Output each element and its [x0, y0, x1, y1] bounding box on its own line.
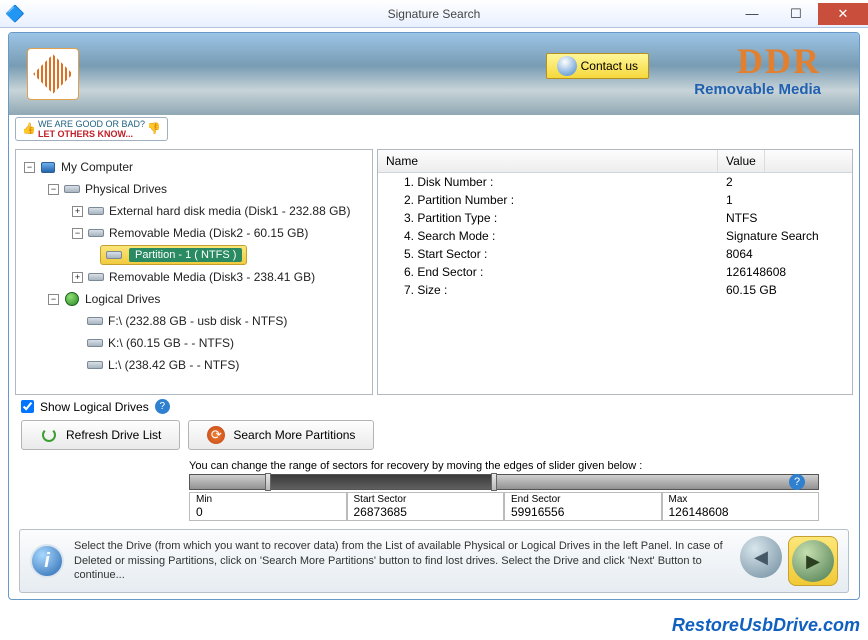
sector-max: 126148608 [669, 505, 813, 519]
tree-drive-f[interactable]: F:\ (232.88 GB - usb disk - NTFS) [108, 314, 287, 328]
drive-tree-panel: −My Computer −Physical Drives +External … [15, 149, 373, 395]
prop-name: 6. End Sector : [378, 265, 718, 279]
prop-name: 1. Disk Number : [378, 175, 718, 189]
tree-root[interactable]: My Computer [61, 160, 133, 174]
drive-icon [105, 247, 123, 263]
brand-subtitle: Removable Media [694, 81, 821, 98]
tree-logical[interactable]: Logical Drives [85, 292, 160, 306]
property-row: 3. Partition Type :NTFS [378, 209, 852, 227]
prop-value: 8064 [718, 247, 753, 261]
thumbs-down-icon: 👎 [147, 122, 161, 136]
sector-range-slider[interactable] [189, 474, 819, 490]
prop-value: NTFS [718, 211, 757, 225]
property-row: 6. End Sector :126148608 [378, 263, 852, 281]
search-more-partitions-button[interactable]: ⟳Search More Partitions [188, 420, 374, 450]
tree-drive-l[interactable]: L:\ (238.42 GB - - NTFS) [108, 358, 239, 372]
slider-handle-end[interactable] [491, 473, 497, 491]
tree-physical[interactable]: Physical Drives [85, 182, 167, 196]
maximize-button[interactable]: ☐ [774, 3, 818, 25]
prop-name: 7. Size : [378, 283, 718, 297]
refresh-drive-list-button[interactable]: Refresh Drive List [21, 420, 180, 450]
prop-name: 4. Search Mode : [378, 229, 718, 243]
tree-drive-k[interactable]: K:\ (60.15 GB - - NTFS) [108, 336, 234, 350]
footer-panel: i Select the Drive (from which you want … [19, 529, 849, 593]
property-row: 4. Search Mode :Signature Search [378, 227, 852, 245]
banner: Contact us DDR Removable Media [9, 33, 859, 115]
col-name[interactable]: Name [378, 150, 718, 172]
titlebar: 🔷 Signature Search — ☐ ✕ [0, 0, 868, 28]
window-title: Signature Search [388, 7, 481, 21]
sector-end: 59916556 [511, 505, 655, 519]
show-logical-checkbox[interactable] [21, 400, 34, 413]
search-icon: ⟳ [207, 426, 225, 444]
help-icon[interactable]: ? [789, 474, 805, 490]
logo-icon [27, 48, 79, 100]
tree-rem2[interactable]: Removable Media (Disk2 - 60.15 GB) [109, 226, 308, 240]
tree-toggle[interactable]: − [24, 162, 35, 173]
computer-icon [39, 159, 57, 175]
prop-name: 3. Partition Type : [378, 211, 718, 225]
app-icon: 🔷 [6, 5, 24, 23]
close-button[interactable]: ✕ [818, 3, 868, 25]
brand-logo: DDR [694, 43, 821, 79]
feedback-link[interactable]: 👍 WE ARE GOOD OR BAD? LET OTHERS KNOW...… [15, 117, 168, 141]
drive-icon [87, 225, 105, 241]
drive-icon [86, 313, 104, 329]
tree-toggle[interactable]: + [72, 206, 83, 217]
prop-name: 2. Partition Number : [378, 193, 718, 207]
drive-icon [86, 357, 104, 373]
sector-min: 0 [196, 505, 340, 519]
property-row: 5. Start Sector :8064 [378, 245, 852, 263]
contact-label: Contact us [581, 59, 638, 73]
info-icon: i [30, 544, 64, 578]
minimize-button[interactable]: — [730, 3, 774, 25]
drive-icon [86, 335, 104, 351]
show-logical-label: Show Logical Drives [40, 400, 149, 414]
footer-text: Select the Drive (from which you want to… [74, 539, 730, 584]
person-icon [557, 56, 577, 76]
tree-toggle[interactable]: − [72, 228, 83, 239]
tree-ext-disk[interactable]: External hard disk media (Disk1 - 232.88… [109, 204, 350, 218]
drive-icon [87, 269, 105, 285]
refresh-icon [40, 426, 58, 444]
tree-toggle[interactable]: − [48, 184, 59, 195]
properties-panel: Name Value 1. Disk Number :22. Partition… [377, 149, 853, 395]
prop-name: 5. Start Sector : [378, 247, 718, 261]
prop-value: 1 [718, 193, 733, 207]
tree-partition-selected[interactable]: Partition - 1 ( NTFS ) [100, 245, 247, 265]
tree-rem3[interactable]: Removable Media (Disk3 - 238.41 GB) [109, 270, 315, 284]
col-value[interactable]: Value [718, 150, 765, 172]
thumbs-up-icon: 👍 [22, 122, 36, 136]
tree-toggle[interactable]: − [48, 294, 59, 305]
back-button[interactable]: ◀ [740, 536, 782, 578]
sector-start: 26873685 [354, 505, 498, 519]
slider-label: You can change the range of sectors for … [189, 460, 819, 472]
property-row: 1. Disk Number :2 [378, 173, 852, 191]
globe-icon [63, 291, 81, 307]
slider-handle-start[interactable] [265, 473, 271, 491]
contact-us-button[interactable]: Contact us [546, 53, 649, 79]
watermark: RestoreUsbDrive.com [672, 615, 860, 636]
drive-icon [63, 181, 81, 197]
property-row: 2. Partition Number :1 [378, 191, 852, 209]
prop-value: 126148608 [718, 265, 786, 279]
prop-value: 2 [718, 175, 733, 189]
property-row: 7. Size :60.15 GB [378, 281, 852, 299]
next-button[interactable]: ▶ [792, 540, 834, 582]
tree-toggle[interactable]: + [72, 272, 83, 283]
prop-value: 60.15 GB [718, 283, 777, 297]
prop-value: Signature Search [718, 229, 819, 243]
drive-icon [87, 203, 105, 219]
help-icon[interactable]: ? [155, 399, 170, 414]
